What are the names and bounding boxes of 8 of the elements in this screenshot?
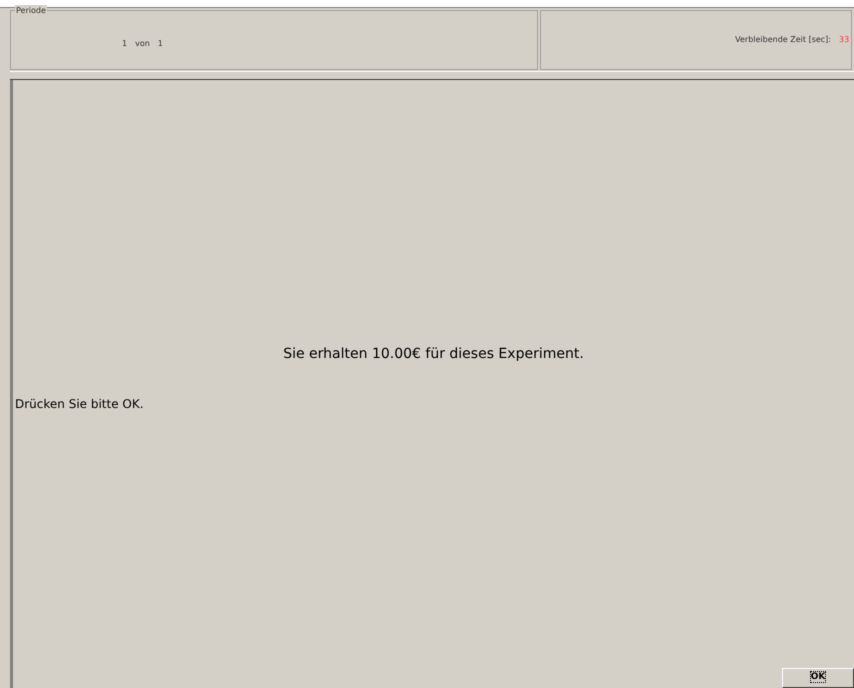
instruction-text: Drücken Sie bitte OK. (14, 396, 145, 413)
timer-value: 33 (839, 34, 850, 46)
period-number: 1 (122, 38, 128, 50)
period-label: von (135, 38, 150, 50)
timer-label: Verbleibende Zeit [sec]: (735, 34, 831, 46)
period-total: 1 (158, 38, 163, 50)
ok-button[interactable]: OK (782, 668, 854, 688)
payout-message: Sie erhalten 10.00€ für dieses Experiment. (282, 345, 585, 364)
